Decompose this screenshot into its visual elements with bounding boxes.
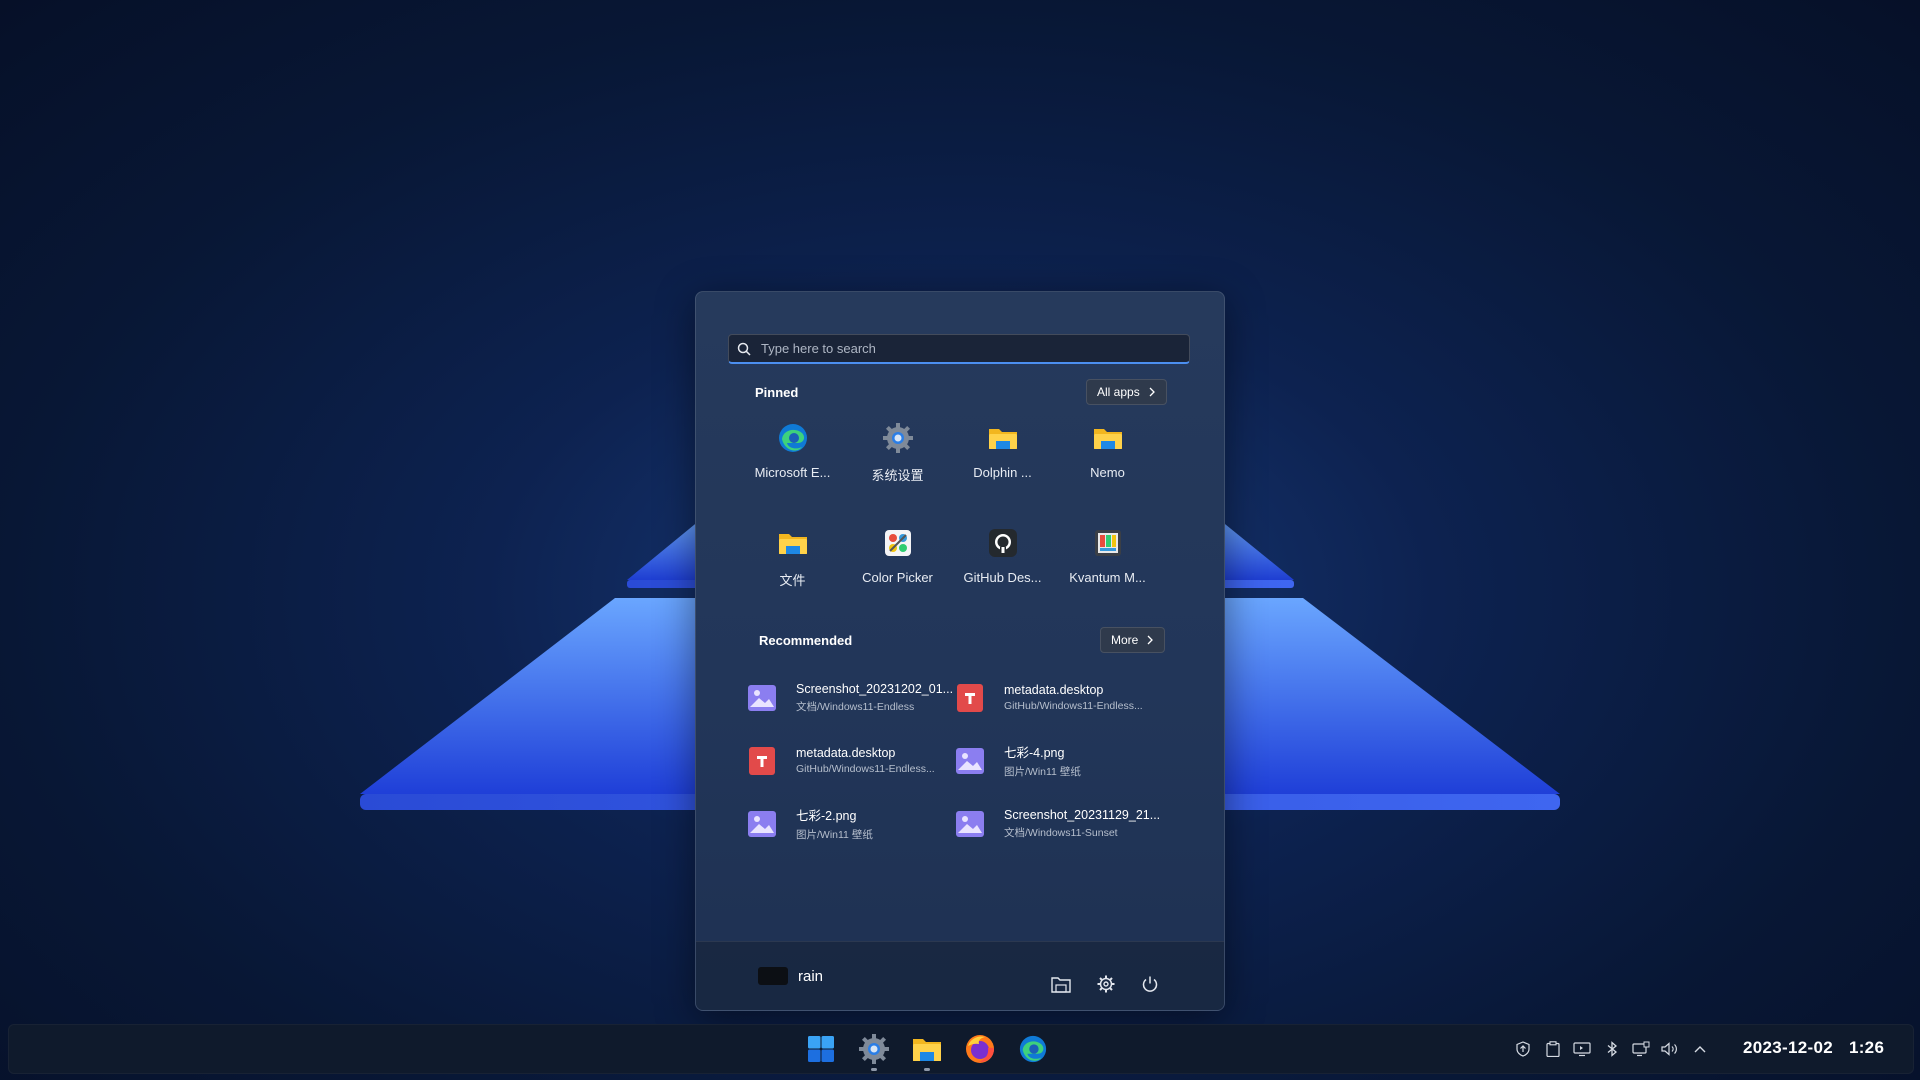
pinned-app-color-picker[interactable]: Color Picker	[845, 525, 950, 630]
pinned-app-system-settings[interactable]: 系统设置	[845, 420, 950, 525]
recommended-item[interactable]: metadata.desktop GitHub/Windows11-Endless…	[956, 666, 1164, 729]
user-account-button[interactable]: rain	[758, 967, 823, 985]
taskbar-edge[interactable]	[1015, 1031, 1051, 1067]
chevron-up-icon[interactable]	[1690, 1039, 1710, 1059]
firefox-icon	[966, 1035, 994, 1063]
app-label: Color Picker	[862, 570, 933, 585]
network-icon[interactable]	[1631, 1039, 1651, 1059]
app-label: Microsoft E...	[754, 465, 831, 480]
text-file-icon	[748, 746, 776, 775]
image-file-icon	[748, 810, 776, 838]
file-path: 文档/Windows11-Sunset	[1004, 826, 1118, 839]
file-name: 七彩-2.png	[796, 809, 857, 823]
text-file-icon	[956, 683, 984, 712]
start-icon	[808, 1036, 834, 1062]
taskbar-settings[interactable]	[856, 1031, 892, 1071]
image-file-icon	[748, 684, 776, 712]
power-icon[interactable]	[1139, 973, 1161, 995]
edge-icon	[1019, 1035, 1047, 1063]
recommended-list: Screenshot_20231202_01... 文档/Windows11-En…	[748, 666, 1168, 855]
file-name: metadata.desktop	[796, 746, 896, 760]
color-picker-icon	[880, 525, 916, 561]
recommended-item[interactable]: Screenshot_20231202_01... 文档/Windows11-En…	[748, 666, 956, 729]
clock[interactable]: 2023-12-02 1:26	[1743, 1038, 1884, 1058]
app-label: Nemo	[1090, 465, 1125, 480]
folder-icon	[775, 525, 811, 561]
file-manager-shortcut-icon[interactable]	[1050, 973, 1072, 995]
github-icon	[985, 525, 1021, 561]
pinned-app-nemo[interactable]: Nemo	[1055, 420, 1160, 525]
gear-icon	[880, 420, 916, 456]
update-icon[interactable]	[1513, 1039, 1533, 1059]
start-menu-footer: rain	[696, 941, 1224, 1010]
taskbar-file-manager[interactable]	[909, 1031, 945, 1071]
chevron-right-icon	[1147, 635, 1154, 645]
file-manager-icon	[913, 1039, 941, 1061]
recommended-item[interactable]: 七彩-4.png 图片/Win11 壁纸	[956, 729, 1164, 792]
start-button[interactable]	[803, 1031, 839, 1067]
edge-icon	[775, 420, 811, 456]
recommended-title: Recommended	[759, 633, 853, 648]
bluetooth-icon[interactable]	[1602, 1039, 1622, 1059]
app-label: 文件	[779, 573, 806, 588]
display-icon[interactable]	[1572, 1039, 1592, 1059]
app-label: 系统设置	[871, 468, 924, 483]
settings-shortcut-icon[interactable]	[1095, 973, 1117, 995]
all-apps-label: All apps	[1097, 385, 1140, 399]
pinned-app-files[interactable]: 文件	[740, 525, 845, 630]
date-text: 2023-12-02	[1743, 1038, 1833, 1057]
volume-icon[interactable]	[1660, 1039, 1680, 1059]
pinned-app-github-desktop[interactable]: GitHub Des...	[950, 525, 1055, 630]
app-label: GitHub Des...	[963, 570, 1042, 585]
file-path: GitHub/Windows11-Endless...	[1004, 700, 1143, 712]
file-name: metadata.desktop	[1004, 683, 1104, 697]
recommended-item[interactable]: Screenshot_20231129_21... 文档/Windows11-Su…	[956, 792, 1164, 855]
file-path: 图片/Win11 壁纸	[796, 829, 873, 841]
kvantum-icon	[1090, 525, 1126, 561]
app-label: Dolphin ...	[973, 465, 1032, 480]
running-indicator	[924, 1068, 930, 1071]
more-button[interactable]: More	[1100, 627, 1166, 653]
image-file-icon	[956, 810, 984, 838]
taskbar-firefox[interactable]	[962, 1031, 998, 1067]
start-menu: Pinned All apps Microsoft E... 系统设置 Dolp…	[695, 291, 1225, 1011]
search-icon	[737, 342, 751, 356]
folder-icon	[985, 420, 1021, 456]
file-name: 七彩-4.png	[1004, 746, 1065, 760]
taskbar: 2023-12-02 1:26	[8, 1024, 1914, 1074]
username: rain	[798, 967, 824, 985]
folder-icon	[1090, 420, 1126, 456]
avatar	[758, 967, 788, 985]
time-text: 1:26	[1848, 1038, 1885, 1057]
settings-icon	[859, 1034, 889, 1064]
pinned-app-microsoft-edge[interactable]: Microsoft E...	[740, 420, 845, 525]
file-name: Screenshot_20231202_01...	[796, 681, 954, 696]
file-name: Screenshot_20231129_21...	[1004, 807, 1161, 822]
pinned-apps: Microsoft E... 系统设置 Dolphin ... Nemo 文件	[740, 420, 1160, 630]
running-indicator	[871, 1068, 877, 1071]
recommended-item[interactable]: metadata.desktop GitHub/Windows11-Endless…	[748, 729, 956, 792]
file-path: 图片/Win11 壁纸	[1004, 766, 1081, 778]
chevron-right-icon	[1149, 387, 1155, 397]
more-label: More	[1111, 633, 1139, 647]
search-input[interactable]	[759, 340, 1189, 357]
file-path: 文档/Windows11-Endless	[796, 700, 915, 713]
pinned-app-kvantum-manager[interactable]: Kvantum M...	[1055, 525, 1160, 630]
file-path: GitHub/Windows11-Endless...	[796, 763, 935, 775]
all-apps-button[interactable]: All apps	[1086, 379, 1167, 405]
pinned-title: Pinned	[755, 385, 799, 400]
clipboard-icon[interactable]	[1543, 1039, 1563, 1059]
pinned-app-dolphin[interactable]: Dolphin ...	[950, 420, 1055, 525]
app-label: Kvantum M...	[1069, 570, 1146, 585]
image-file-icon	[956, 747, 984, 775]
recommended-item[interactable]: 七彩-2.png 图片/Win11 壁纸	[748, 792, 956, 855]
search-box[interactable]	[728, 334, 1190, 364]
